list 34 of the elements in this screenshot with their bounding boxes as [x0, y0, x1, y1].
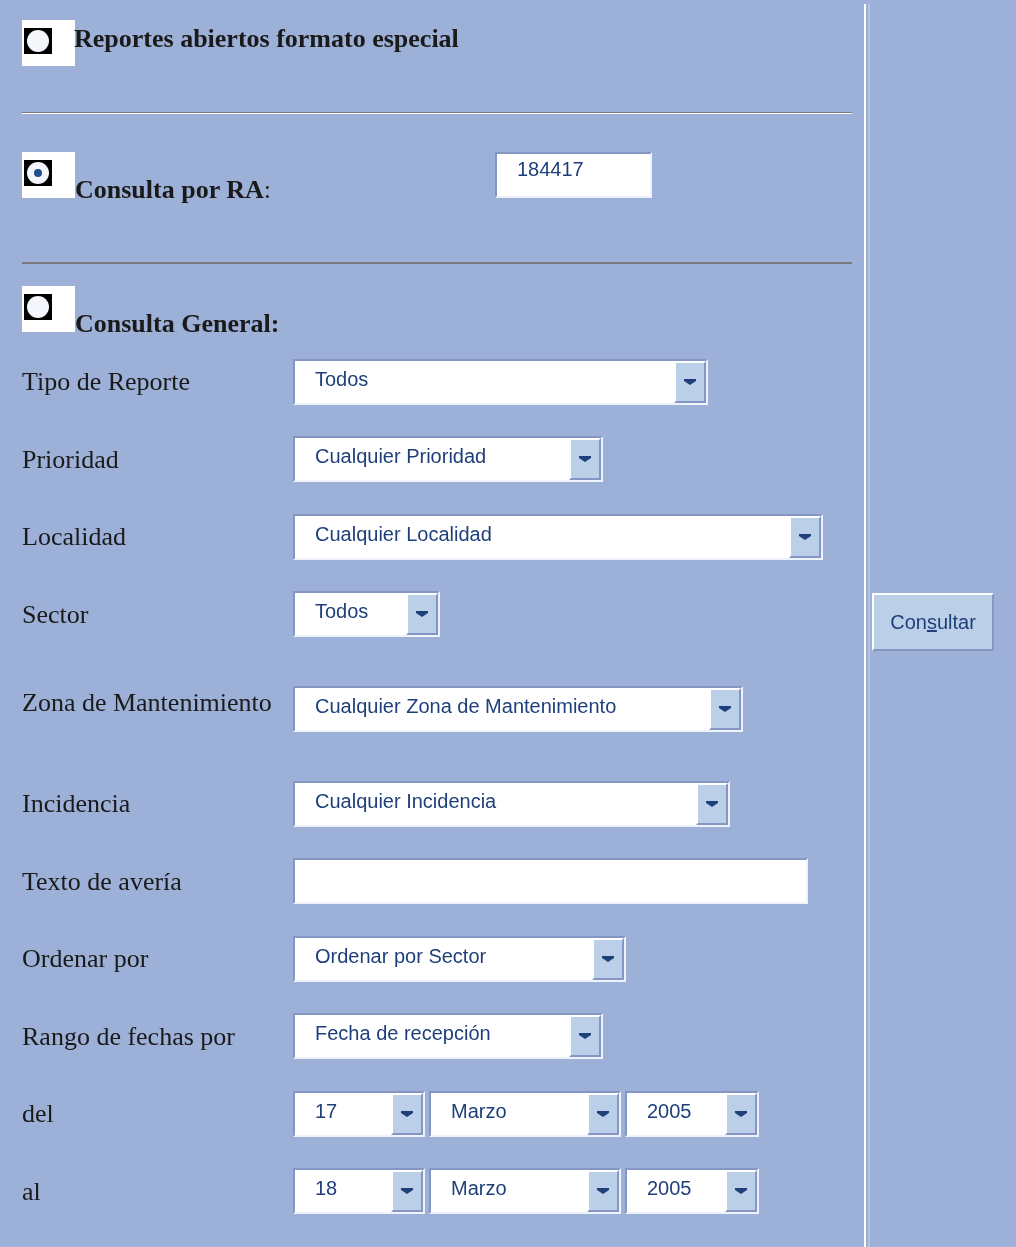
- field-label: Ordenar por: [22, 943, 150, 976]
- field-label: Prioridad: [22, 443, 120, 476]
- dropdown[interactable]: 18: [293, 1168, 425, 1215]
- radio-button[interactable]: [24, 294, 54, 322]
- ra-input[interactable]: 184417: [495, 152, 652, 198]
- dropdown[interactable]: Marzo: [429, 1090, 621, 1137]
- option-label: Reportes abiertos formato especial: [74, 23, 459, 55]
- dropdown[interactable]: 17: [293, 1090, 425, 1137]
- text-input[interactable]: [293, 858, 808, 905]
- field-label: Texto de avería: [22, 865, 183, 898]
- option-label: Consulta General:: [75, 308, 280, 340]
- dropdown[interactable]: Cualquier Zona de Mantenimiento: [293, 686, 743, 732]
- consult-button[interactable]: Consultar: [872, 592, 994, 651]
- dropdown[interactable]: Cualquier Prioridad: [293, 436, 603, 483]
- dropdown[interactable]: Marzo: [429, 1168, 621, 1215]
- field-label: Sector: [22, 598, 90, 631]
- option-label: Consulta por RA:: [75, 174, 272, 206]
- field-label: Incidencia: [22, 788, 132, 821]
- field-label: Tipo de Reporte: [22, 366, 192, 399]
- dropdown[interactable]: Cualquier Incidencia: [293, 780, 730, 827]
- field-label: al: [22, 1175, 42, 1208]
- field-label: Rango de fechas por: [22, 1020, 236, 1053]
- dropdown[interactable]: 2005: [625, 1090, 759, 1137]
- radio-button[interactable]: [24, 160, 54, 188]
- dropdown[interactable]: Cualquier Localidad: [293, 513, 823, 560]
- dropdown[interactable]: Fecha de recepción: [293, 1013, 603, 1060]
- dropdown[interactable]: Todos: [293, 358, 708, 405]
- field-label: Localidad: [22, 521, 127, 554]
- dropdown[interactable]: Ordenar por Sector: [293, 935, 626, 982]
- field-label: Zona de Mantenimiento: [22, 686, 273, 719]
- dropdown[interactable]: Todos: [293, 591, 440, 638]
- radio-button[interactable]: [24, 28, 54, 56]
- field-label: del: [22, 1098, 55, 1131]
- dropdown[interactable]: 2005: [625, 1168, 759, 1215]
